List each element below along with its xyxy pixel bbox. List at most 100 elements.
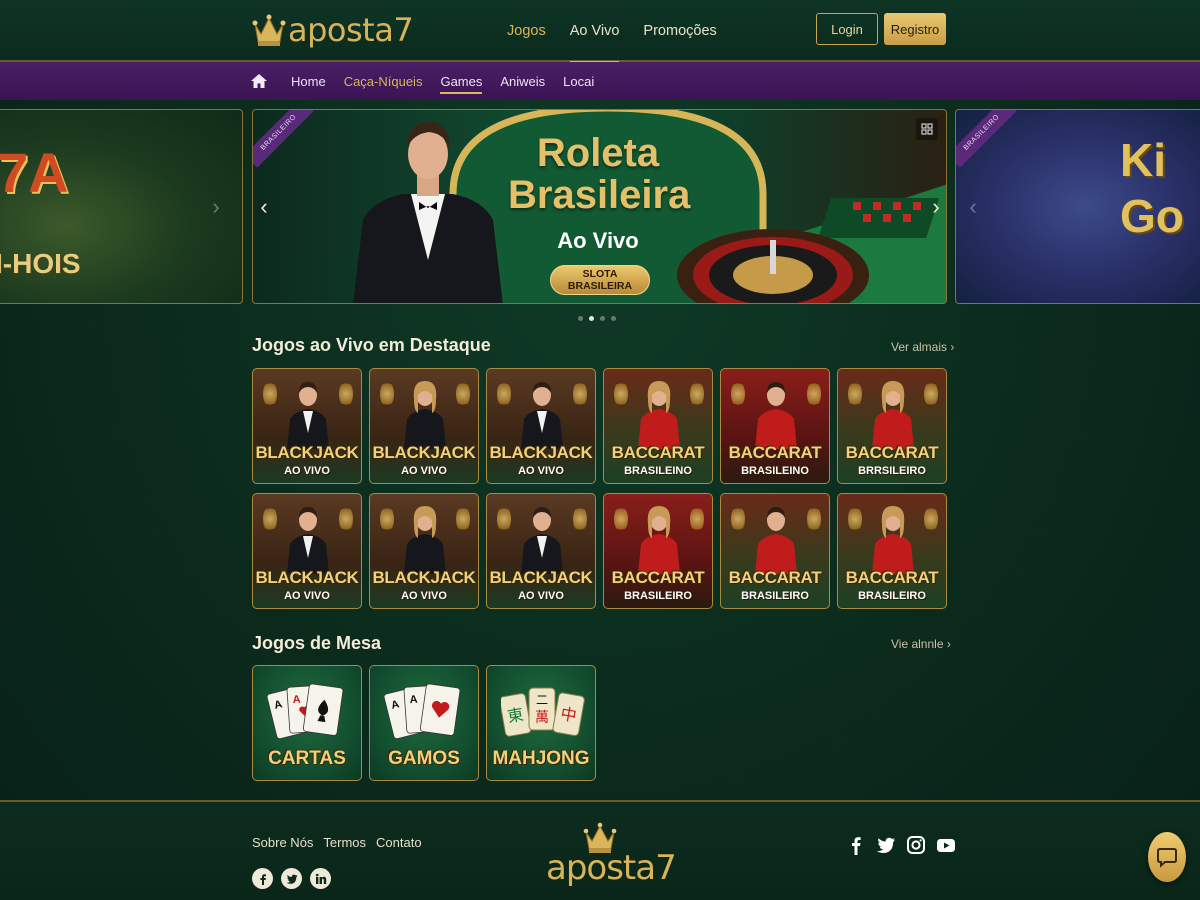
live-game-title: BACCARAT: [845, 568, 939, 587]
live-game-card[interactable]: BACCARAT BRASILEINO: [603, 368, 713, 484]
subnav-caca-niqueis[interactable]: Caça-Níqueis: [335, 62, 432, 100]
carousel-dot[interactable]: [578, 316, 583, 321]
chevron-left-icon[interactable]: ‹: [962, 192, 984, 222]
mahjong-tiles-icon: 東 二萬 中: [501, 687, 585, 737]
carousel-slide-active[interactable]: BRASILEIRO Roleta Brasileira Ao Vivo SLO…: [252, 109, 947, 304]
dealer-illustration: [755, 382, 797, 449]
table-game-card-mahjong[interactable]: 東 二萬 中 MAHJONG: [486, 665, 596, 781]
table-game-card-gamos[interactable]: A A GAMOS: [369, 665, 479, 781]
brand-logo[interactable]: aposta7: [252, 8, 414, 52]
linkedin-icon[interactable]: [310, 868, 331, 889]
nav-jogos[interactable]: Jogos: [495, 0, 558, 62]
slide-title-line1: Ki: [1120, 134, 1166, 186]
live-game-card[interactable]: BACCARAT BRASILEIRO: [720, 493, 830, 609]
home-icon[interactable]: [250, 72, 268, 90]
live-game-subtitle: AO VIVO: [401, 590, 447, 602]
live-see-more-link[interactable]: Ver almais ›: [891, 340, 954, 354]
live-game-card[interactable]: BLACKJACK AO VIVO: [369, 368, 479, 484]
live-game-title: BACCARAT: [611, 568, 705, 587]
subnav-home[interactable]: Home: [282, 62, 335, 100]
instagram-icon[interactable]: [906, 835, 926, 855]
live-game-subtitle: BRASILEINO: [741, 465, 809, 477]
table-lamp-decoration: [924, 506, 938, 532]
playing-cards-icon: A A: [384, 683, 461, 740]
live-game-card[interactable]: BLACKJACK AO VIVO: [486, 493, 596, 609]
dealer-illustration: [287, 507, 329, 574]
live-game-title: BACCARAT: [728, 443, 822, 462]
table-lamp-decoration: [380, 381, 394, 407]
table-lamp-decoration: [614, 381, 628, 407]
chat-support-button[interactable]: [1148, 832, 1186, 882]
footer-social-right: [846, 835, 956, 855]
nav-ao-vivo[interactable]: Ao Vivo: [558, 0, 632, 64]
live-game-title: BLACKJACK: [489, 443, 593, 462]
twitter-icon[interactable]: [876, 835, 896, 855]
carousel-dot[interactable]: [600, 316, 605, 321]
hero-subtitle: Ao Vivo: [557, 228, 639, 253]
nav-promocoes[interactable]: Promoções: [631, 0, 728, 62]
playing-cards-icon: A A: [267, 683, 344, 740]
carousel-prev-icon[interactable]: ‹: [253, 192, 275, 222]
table-lamp-decoration: [339, 381, 353, 407]
chevron-right-icon: ›: [946, 637, 951, 651]
dealer-illustration: [404, 506, 446, 574]
table-lamp-decoration: [573, 381, 587, 407]
brand-name: aposta7: [288, 11, 414, 49]
twitter-icon[interactable]: [281, 868, 302, 889]
dealer-illustration: [638, 506, 680, 574]
table-lamp-decoration: [263, 506, 277, 532]
table-lamp-decoration: [456, 506, 470, 532]
live-game-card[interactable]: BACCARAT BRASILEINO: [720, 368, 830, 484]
live-game-card[interactable]: BACCARAT BRRSILEIRO: [837, 368, 947, 484]
table-lamp-decoration: [690, 381, 704, 407]
live-game-card[interactable]: BLACKJACK AO VIVO: [486, 368, 596, 484]
see-more-label: Vie alnnle: [891, 637, 944, 651]
subnav-aniweis[interactable]: Aniweis: [491, 62, 554, 100]
table-lamp-decoration: [497, 506, 511, 532]
top-nav: Jogos Ao Vivo Promoções: [495, 0, 729, 64]
live-game-card[interactable]: BLACKJACK AO VIVO: [252, 368, 362, 484]
hero-cta-button[interactable]: SLOTA BRASILEIRA: [550, 265, 650, 295]
subnav-games[interactable]: Games: [431, 62, 491, 100]
live-game-card[interactable]: BACCARAT BRASILEIRO: [837, 493, 947, 609]
live-game-subtitle: AO VIVO: [401, 465, 447, 477]
chevron-right-icon: ›: [950, 340, 955, 354]
live-game-card[interactable]: BLACKJACK AO VIVO: [369, 493, 479, 609]
live-game-subtitle: BRASILEIRO: [624, 590, 692, 602]
chat-icon: [1157, 848, 1177, 868]
login-button[interactable]: Login: [816, 13, 878, 45]
youtube-icon[interactable]: [936, 835, 956, 855]
live-game-title: BLACKJACK: [489, 568, 593, 587]
carousel-next-icon[interactable]: ›: [925, 192, 946, 222]
carousel-dot[interactable]: [611, 316, 616, 321]
table-lamp-decoration: [690, 506, 704, 532]
subnav-locai[interactable]: Locai: [554, 62, 603, 100]
live-game-subtitle: AO VIVO: [518, 590, 564, 602]
table-game-card-cartas[interactable]: A A CARTAS: [252, 665, 362, 781]
dealer-illustration: [872, 381, 914, 449]
live-game-title: BACCARAT: [728, 568, 822, 587]
register-button[interactable]: Registro: [884, 13, 946, 45]
carousel-dot-active[interactable]: [589, 316, 594, 321]
slide-title: Ki Go: [1120, 132, 1184, 244]
facebook-icon[interactable]: [252, 868, 273, 889]
svg-text:A: A: [409, 694, 418, 707]
live-game-title: BLACKJACK: [372, 443, 476, 462]
dealer-illustration: [872, 506, 914, 574]
svg-text:二: 二: [536, 693, 548, 707]
live-game-card[interactable]: BACCARAT BRASILEIRO: [603, 493, 713, 609]
grid-view-icon[interactable]: [916, 118, 938, 140]
carousel-slide-next[interactable]: BRASILEIRO Ki Go ‹: [955, 109, 1200, 304]
chevron-right-icon[interactable]: ›: [205, 192, 227, 222]
slide-title: 7A: [0, 141, 69, 204]
carousel-slide-previous[interactable]: 7A I-HOIS ›: [0, 109, 243, 304]
table-see-more-link[interactable]: Vie alnnle ›: [891, 637, 951, 651]
footer-link-sobre[interactable]: Sobre Nós: [252, 835, 313, 850]
footer-link-contato[interactable]: Contato: [376, 835, 422, 850]
footer-links: Sobre Nós Termos Contato: [252, 835, 422, 850]
footer-link-termos[interactable]: Termos: [323, 835, 366, 850]
footer-brand-logo[interactable]: aposta7: [546, 822, 677, 892]
facebook-icon[interactable]: [846, 835, 866, 855]
live-game-card[interactable]: BLACKJACK AO VIVO: [252, 493, 362, 609]
category-nav: Home Caça-Níqueis Games Aniweis Locai: [0, 62, 1200, 100]
